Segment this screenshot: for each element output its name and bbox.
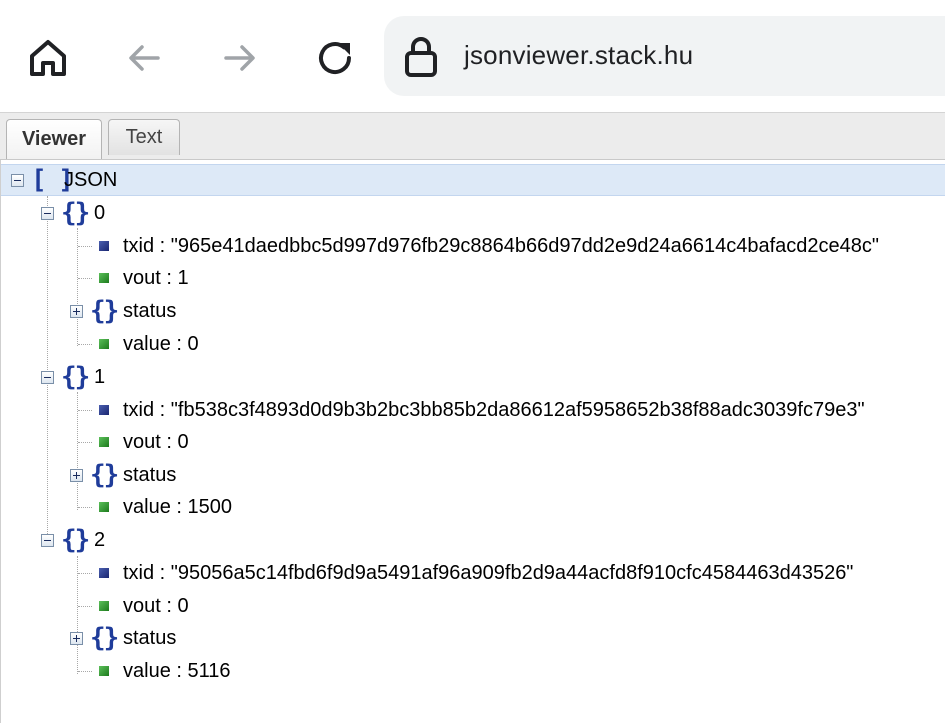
url-text: jsonviewer.stack.hu bbox=[464, 40, 694, 70]
collapse-toggle-icon[interactable] bbox=[41, 371, 54, 384]
object-icon: {} bbox=[61, 198, 90, 228]
node-label: status bbox=[123, 463, 177, 486]
tree-connector bbox=[78, 278, 92, 279]
node-label: 2 bbox=[94, 528, 106, 551]
node-label: JSON bbox=[64, 168, 118, 191]
reload-icon bbox=[319, 42, 351, 74]
number-value-icon bbox=[99, 502, 109, 512]
node-label: txid : "95056a5c14fbd6f9d9a5491af96a909f… bbox=[123, 561, 854, 584]
address-bar[interactable]: jsonviewer.stack.hu bbox=[384, 16, 945, 96]
node-label: value : 5116 bbox=[123, 659, 231, 682]
home-icon bbox=[30, 40, 66, 76]
tree-connector bbox=[78, 410, 92, 411]
forward-button[interactable] bbox=[208, 26, 272, 90]
collapse-toggle-icon[interactable] bbox=[11, 174, 24, 187]
browser-toolbar: jsonviewer.stack.hu bbox=[0, 0, 945, 112]
node-label: vout : 0 bbox=[123, 430, 189, 453]
number-value-icon bbox=[99, 273, 109, 283]
object-icon: {} bbox=[90, 623, 119, 653]
object-icon: {} bbox=[61, 362, 90, 392]
node-label: 0 bbox=[94, 201, 106, 224]
object-icon: {} bbox=[90, 296, 119, 326]
back-button[interactable] bbox=[112, 26, 176, 90]
node-label: 1 bbox=[94, 365, 106, 388]
expand-toggle-icon[interactable] bbox=[70, 632, 83, 645]
string-value-icon bbox=[99, 568, 109, 578]
back-arrow-icon bbox=[129, 45, 160, 71]
string-value-icon bbox=[99, 241, 109, 251]
tree-connector bbox=[78, 507, 92, 508]
number-value-icon bbox=[99, 437, 109, 447]
tab-viewer[interactable]: Viewer bbox=[6, 119, 102, 159]
collapse-toggle-icon[interactable] bbox=[41, 207, 54, 220]
forward-arrow-icon bbox=[224, 45, 255, 71]
object-icon: {} bbox=[90, 460, 119, 490]
node-label: txid : "965e41daedbbc5d997d976fb29c8864b… bbox=[123, 234, 879, 257]
node-label: vout : 0 bbox=[123, 594, 189, 617]
tree-connector bbox=[78, 606, 92, 607]
node-label: txid : "fb538c3f4893d0d9b3b2bc3bb85b2da8… bbox=[123, 398, 865, 421]
lock-icon bbox=[405, 37, 437, 77]
node-label: value : 0 bbox=[123, 332, 199, 355]
tree-connector bbox=[47, 196, 48, 544]
json-tree: [ ] JSON {} 0 txid : "965e41daedbbc5d997… bbox=[0, 160, 945, 723]
tree-connector bbox=[78, 573, 92, 574]
expand-toggle-icon[interactable] bbox=[70, 305, 83, 318]
node-label: status bbox=[123, 626, 177, 649]
node-label: value : 1500 bbox=[123, 495, 232, 518]
string-value-icon bbox=[99, 405, 109, 415]
tree-connector bbox=[78, 246, 92, 247]
tree-node-root[interactable]: [ ] JSON bbox=[1, 164, 945, 196]
tree-connector bbox=[78, 442, 92, 443]
home-button[interactable] bbox=[16, 26, 80, 90]
reload-button[interactable] bbox=[303, 26, 367, 90]
number-value-icon bbox=[99, 339, 109, 349]
number-value-icon bbox=[99, 666, 109, 676]
number-value-icon bbox=[99, 601, 109, 611]
expand-toggle-icon[interactable] bbox=[70, 469, 83, 482]
object-icon: {} bbox=[61, 525, 90, 555]
tab-text[interactable]: Text bbox=[108, 119, 180, 155]
tree-connector bbox=[78, 344, 92, 345]
collapse-toggle-icon[interactable] bbox=[41, 534, 54, 547]
tab-strip: Viewer Text bbox=[0, 112, 945, 161]
node-label: status bbox=[123, 299, 177, 322]
node-label: vout : 1 bbox=[123, 266, 189, 289]
tree-connector bbox=[78, 671, 92, 672]
